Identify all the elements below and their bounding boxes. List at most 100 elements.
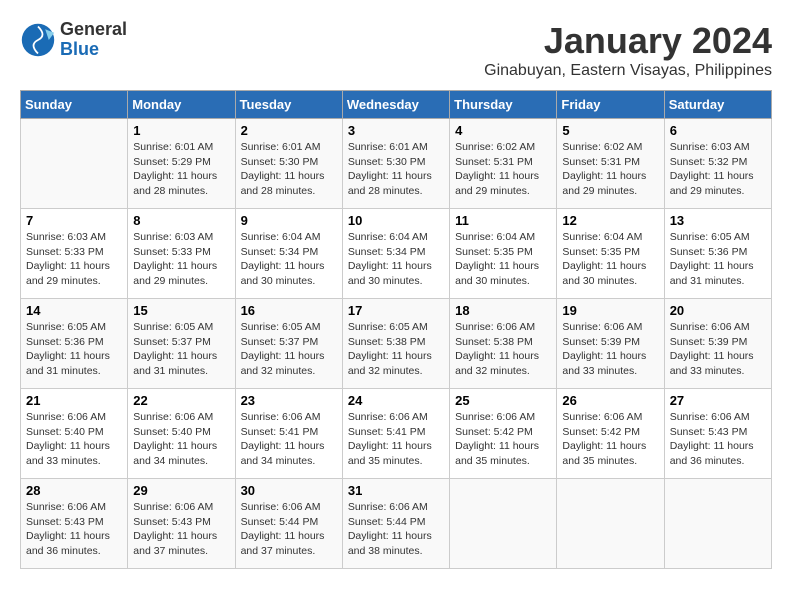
calendar-cell	[557, 479, 664, 569]
calendar-week-row: 14 Sunrise: 6:05 AM Sunset: 5:36 PM Dayli…	[21, 299, 772, 389]
day-number: 25	[455, 393, 551, 408]
cell-detail: Sunrise: 6:06 AM Sunset: 5:44 PM Dayligh…	[241, 500, 337, 559]
day-number: 27	[670, 393, 766, 408]
day-number: 12	[562, 213, 658, 228]
calendar-week-row: 28 Sunrise: 6:06 AM Sunset: 5:43 PM Dayli…	[21, 479, 772, 569]
calendar-cell: 1 Sunrise: 6:01 AM Sunset: 5:29 PM Daylig…	[128, 119, 235, 209]
day-number: 22	[133, 393, 229, 408]
calendar-cell: 23 Sunrise: 6:06 AM Sunset: 5:41 PM Dayli…	[235, 389, 342, 479]
calendar-cell: 16Sunrise: 6:05 AM Sunset: 5:37 PM Dayli…	[235, 299, 342, 389]
calendar-header-row: SundayMondayTuesdayWednesdayThursdayFrid…	[21, 91, 772, 119]
cell-detail: Sunrise: 6:06 AM Sunset: 5:43 PM Dayligh…	[670, 410, 766, 469]
logo: General Blue	[20, 20, 127, 60]
day-number: 14	[26, 303, 122, 318]
day-number: 26	[562, 393, 658, 408]
calendar-week-row: 1 Sunrise: 6:01 AM Sunset: 5:29 PM Daylig…	[21, 119, 772, 209]
calendar-cell: 25 Sunrise: 6:06 AM Sunset: 5:42 PM Dayli…	[450, 389, 557, 479]
day-header-friday: Friday	[557, 91, 664, 119]
cell-detail: Sunrise: 6:01 AM Sunset: 5:30 PM Dayligh…	[241, 140, 337, 199]
location-title: Ginabuyan, Eastern Visayas, Philippines	[484, 62, 772, 80]
calendar-cell: 20 Sunrise: 6:06 AM Sunset: 5:39 PM Dayli…	[664, 299, 771, 389]
day-number: 24	[348, 393, 444, 408]
day-number: 10	[348, 213, 444, 228]
calendar-cell: 5 Sunrise: 6:02 AM Sunset: 5:31 PM Daylig…	[557, 119, 664, 209]
cell-detail: Sunrise: 6:02 AM Sunset: 5:31 PM Dayligh…	[562, 140, 658, 199]
day-number: 17	[348, 303, 444, 318]
day-header-sunday: Sunday	[21, 91, 128, 119]
cell-detail: Sunrise: 6:06 AM Sunset: 5:43 PM Dayligh…	[133, 500, 229, 559]
cell-detail: Sunrise: 6:02 AM Sunset: 5:31 PM Dayligh…	[455, 140, 551, 199]
cell-detail: Sunrise: 6:05 AM Sunset: 5:36 PM Dayligh…	[670, 230, 766, 289]
day-number: 11	[455, 213, 551, 228]
cell-detail: Sunrise: 6:06 AM Sunset: 5:39 PM Dayligh…	[562, 320, 658, 379]
calendar-cell: 28 Sunrise: 6:06 AM Sunset: 5:43 PM Dayli…	[21, 479, 128, 569]
calendar-cell: 2 Sunrise: 6:01 AM Sunset: 5:30 PM Daylig…	[235, 119, 342, 209]
calendar-cell: 4 Sunrise: 6:02 AM Sunset: 5:31 PM Daylig…	[450, 119, 557, 209]
calendar-week-row: 21 Sunrise: 6:06 AM Sunset: 5:40 PM Dayli…	[21, 389, 772, 479]
day-number: 19	[562, 303, 658, 318]
calendar-cell: 30 Sunrise: 6:06 AM Sunset: 5:44 PM Dayli…	[235, 479, 342, 569]
day-number: 2	[241, 123, 337, 138]
logo-general: General	[60, 20, 127, 40]
cell-detail: Sunrise: 6:01 AM Sunset: 5:29 PM Dayligh…	[133, 140, 229, 199]
day-number: 4	[455, 123, 551, 138]
calendar-cell: 8Sunrise: 6:03 AM Sunset: 5:33 PM Daylig…	[128, 209, 235, 299]
cell-detail: Sunrise: 6:04 AM Sunset: 5:34 PM Dayligh…	[241, 230, 337, 289]
day-number: 13	[670, 213, 766, 228]
calendar-cell	[21, 119, 128, 209]
logo-icon	[20, 22, 56, 58]
cell-detail: Sunrise: 6:03 AM Sunset: 5:33 PM Dayligh…	[133, 230, 229, 289]
day-number: 23	[241, 393, 337, 408]
calendar-cell	[664, 479, 771, 569]
cell-detail: Sunrise: 6:05 AM Sunset: 5:37 PM Dayligh…	[133, 320, 229, 379]
day-number: 6	[670, 123, 766, 138]
calendar-cell: 15 Sunrise: 6:05 AM Sunset: 5:37 PM Dayli…	[128, 299, 235, 389]
day-header-wednesday: Wednesday	[342, 91, 449, 119]
cell-detail: Sunrise: 6:03 AM Sunset: 5:33 PM Dayligh…	[26, 230, 122, 289]
cell-detail: Sunrise: 6:04 AM Sunset: 5:35 PM Dayligh…	[562, 230, 658, 289]
day-number: 5	[562, 123, 658, 138]
cell-detail: Sunrise: 6:01 AM Sunset: 5:30 PM Dayligh…	[348, 140, 444, 199]
cell-detail: Sunrise: 6:06 AM Sunset: 5:42 PM Dayligh…	[455, 410, 551, 469]
calendar-cell: 17Sunrise: 6:05 AM Sunset: 5:38 PM Dayli…	[342, 299, 449, 389]
calendar-table: SundayMondayTuesdayWednesdayThursdayFrid…	[20, 90, 772, 569]
calendar-cell: 12 Sunrise: 6:04 AM Sunset: 5:35 PM Dayli…	[557, 209, 664, 299]
cell-detail: Sunrise: 6:04 AM Sunset: 5:34 PM Dayligh…	[348, 230, 444, 289]
calendar-cell: 6 Sunrise: 6:03 AM Sunset: 5:32 PM Daylig…	[664, 119, 771, 209]
day-number: 21	[26, 393, 122, 408]
title-area: January 2024 Ginabuyan, Eastern Visayas,…	[484, 20, 772, 80]
day-header-thursday: Thursday	[450, 91, 557, 119]
calendar-cell: 13 Sunrise: 6:05 AM Sunset: 5:36 PM Dayli…	[664, 209, 771, 299]
cell-detail: Sunrise: 6:06 AM Sunset: 5:40 PM Dayligh…	[133, 410, 229, 469]
calendar-week-row: 7 Sunrise: 6:03 AM Sunset: 5:33 PM Daylig…	[21, 209, 772, 299]
calendar-cell: 26Sunrise: 6:06 AM Sunset: 5:42 PM Dayli…	[557, 389, 664, 479]
header: General Blue January 2024 Ginabuyan, Eas…	[20, 20, 772, 80]
day-number: 29	[133, 483, 229, 498]
calendar-cell: 22 Sunrise: 6:06 AM Sunset: 5:40 PM Dayli…	[128, 389, 235, 479]
calendar-cell: 9 Sunrise: 6:04 AM Sunset: 5:34 PM Daylig…	[235, 209, 342, 299]
cell-detail: Sunrise: 6:06 AM Sunset: 5:41 PM Dayligh…	[241, 410, 337, 469]
day-number: 30	[241, 483, 337, 498]
month-title: January 2024	[484, 20, 772, 62]
cell-detail: Sunrise: 6:06 AM Sunset: 5:43 PM Dayligh…	[26, 500, 122, 559]
calendar-cell: 29 Sunrise: 6:06 AM Sunset: 5:43 PM Dayli…	[128, 479, 235, 569]
calendar-cell: 31Sunrise: 6:06 AM Sunset: 5:44 PM Dayli…	[342, 479, 449, 569]
day-header-saturday: Saturday	[664, 91, 771, 119]
cell-detail: Sunrise: 6:05 AM Sunset: 5:36 PM Dayligh…	[26, 320, 122, 379]
day-number: 15	[133, 303, 229, 318]
day-number: 31	[348, 483, 444, 498]
day-number: 7	[26, 213, 122, 228]
calendar-cell: 11Sunrise: 6:04 AM Sunset: 5:35 PM Dayli…	[450, 209, 557, 299]
day-number: 1	[133, 123, 229, 138]
cell-detail: Sunrise: 6:06 AM Sunset: 5:39 PM Dayligh…	[670, 320, 766, 379]
calendar-cell: 24Sunrise: 6:06 AM Sunset: 5:41 PM Dayli…	[342, 389, 449, 479]
logo-blue: Blue	[60, 40, 127, 60]
cell-detail: Sunrise: 6:05 AM Sunset: 5:37 PM Dayligh…	[241, 320, 337, 379]
cell-detail: Sunrise: 6:03 AM Sunset: 5:32 PM Dayligh…	[670, 140, 766, 199]
cell-detail: Sunrise: 6:06 AM Sunset: 5:40 PM Dayligh…	[26, 410, 122, 469]
day-number: 20	[670, 303, 766, 318]
day-number: 28	[26, 483, 122, 498]
calendar-cell: 14 Sunrise: 6:05 AM Sunset: 5:36 PM Dayli…	[21, 299, 128, 389]
day-number: 9	[241, 213, 337, 228]
day-number: 3	[348, 123, 444, 138]
